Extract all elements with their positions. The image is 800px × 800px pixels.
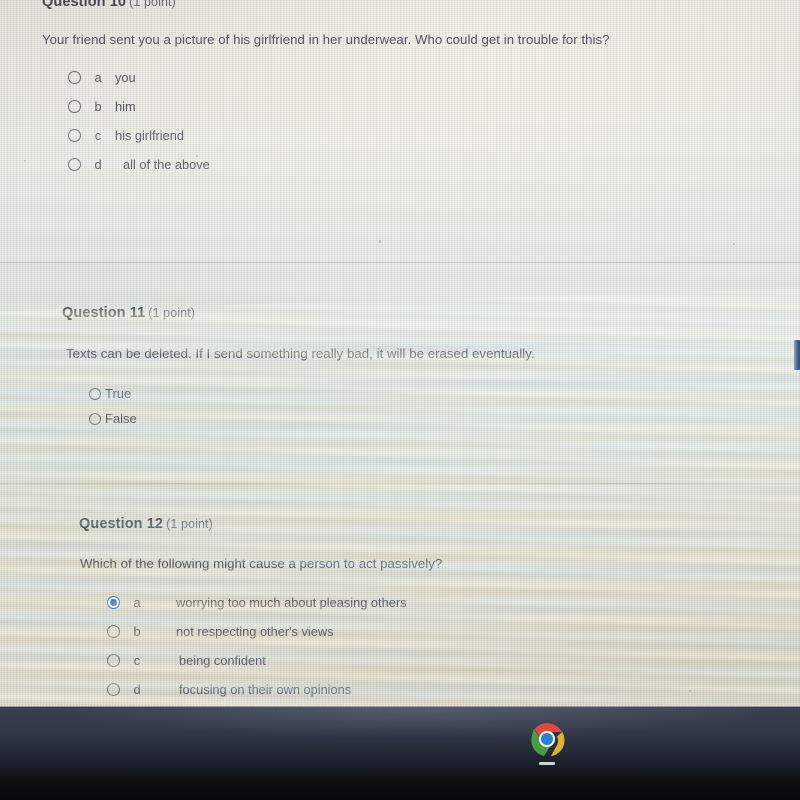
chrome-icon-svg xyxy=(531,723,565,757)
question-block-10: Question 10 (1 point) Your friend sent yo… xyxy=(42,0,610,179)
option-row-12-a[interactable]: a worrying too much about pleasing other… xyxy=(107,588,442,617)
radio-button-icon[interactable] xyxy=(68,129,81,142)
option-row-10-c[interactable]: c his girlfriend xyxy=(68,121,610,150)
question-prompt-10: Your friend sent you a picture of his gi… xyxy=(42,32,610,47)
taskbar-shelf xyxy=(0,706,800,800)
shelf-item-chrome[interactable] xyxy=(525,720,569,772)
radio-button-icon[interactable] xyxy=(107,625,120,638)
option-row-10-d[interactable]: d all of the above xyxy=(68,150,610,179)
question-divider xyxy=(0,483,800,484)
screenshot-root: Question 10 (1 point) Your friend sent yo… xyxy=(0,0,800,800)
question-prompt-12: Which of the following might cause a per… xyxy=(80,556,443,571)
question-prompt-11: Texts can be deleted. If I send somethin… xyxy=(66,346,535,361)
radio-button-icon[interactable] xyxy=(107,683,120,696)
question-points-10: (1 point) xyxy=(129,0,176,9)
dust-speck xyxy=(689,690,691,692)
dust-speck xyxy=(24,160,26,162)
radio-button-selected-icon[interactable] xyxy=(107,596,120,609)
question-block-12: Question 12 (1 point) Which of the follow… xyxy=(79,516,442,704)
option-label: worrying too much about pleasing others xyxy=(176,595,407,610)
option-letter: c xyxy=(133,653,141,668)
question-heading-10: Question 10 (1 point) xyxy=(42,0,610,10)
question-divider xyxy=(0,262,800,263)
radio-button-icon[interactable] xyxy=(68,100,81,113)
radio-button-icon[interactable] xyxy=(89,412,101,425)
question-heading-11: Question 11 (1 point) xyxy=(62,305,535,321)
option-row-12-d[interactable]: d focusing on their own opinions xyxy=(107,675,442,704)
option-row-12-b[interactable]: b not respecting other's views xyxy=(107,617,442,646)
quiz-page: Question 10 (1 point) Your friend sent yo… xyxy=(0,0,800,706)
question-points-12: (1 point) xyxy=(166,517,213,531)
question-number-10: Question 10 xyxy=(42,0,127,10)
option-label: all of the above xyxy=(123,157,210,172)
shelf-top-border xyxy=(0,706,800,707)
option-label: being confident xyxy=(179,653,266,668)
option-row-11-false[interactable]: False xyxy=(89,406,535,431)
radio-button-icon[interactable] xyxy=(107,654,120,667)
option-label: True xyxy=(105,386,132,401)
option-label: you xyxy=(115,70,136,85)
option-letter: b xyxy=(94,99,102,114)
option-letter: b xyxy=(133,624,141,639)
option-letter: d xyxy=(94,157,102,172)
dust-speck xyxy=(379,240,381,243)
option-letter: d xyxy=(133,682,141,697)
dust-speck xyxy=(733,243,735,245)
option-label: focusing on their own opinions xyxy=(179,682,352,697)
dust-speck xyxy=(196,155,198,157)
option-list-10: a you b him c his girlfriend d all of th… xyxy=(68,63,610,179)
option-row-10-a[interactable]: a you xyxy=(68,63,610,92)
option-letter: a xyxy=(133,595,141,610)
shelf-glow xyxy=(0,706,800,746)
radio-button-icon[interactable] xyxy=(68,158,81,171)
radio-button-icon[interactable] xyxy=(68,71,81,84)
option-letter: a xyxy=(94,70,102,85)
chrome-icon[interactable] xyxy=(528,720,566,758)
option-list-12: a worrying too much about pleasing other… xyxy=(107,588,442,704)
question-block-11: Question 11 (1 point) Texts can be delete… xyxy=(62,305,535,431)
question-points-11: (1 point) xyxy=(148,306,196,320)
option-label: him xyxy=(115,99,136,114)
option-letter: c xyxy=(94,128,102,143)
page-scrollbar-thumb[interactable] xyxy=(794,340,800,370)
radio-button-icon[interactable] xyxy=(89,387,101,400)
option-label: False xyxy=(105,411,137,426)
question-number-11: Question 11 xyxy=(62,305,146,321)
option-row-12-c[interactable]: c being confident xyxy=(107,646,442,675)
option-label: not respecting other's views xyxy=(176,624,334,639)
option-row-11-true[interactable]: True xyxy=(89,381,535,406)
option-list-11: True False xyxy=(89,381,535,431)
question-heading-12: Question 12 (1 point) xyxy=(79,516,442,532)
option-label: his girlfriend xyxy=(115,128,184,143)
question-number-12: Question 12 xyxy=(79,516,164,532)
shelf-active-indicator xyxy=(539,762,555,765)
option-row-10-b[interactable]: b him xyxy=(68,92,610,121)
